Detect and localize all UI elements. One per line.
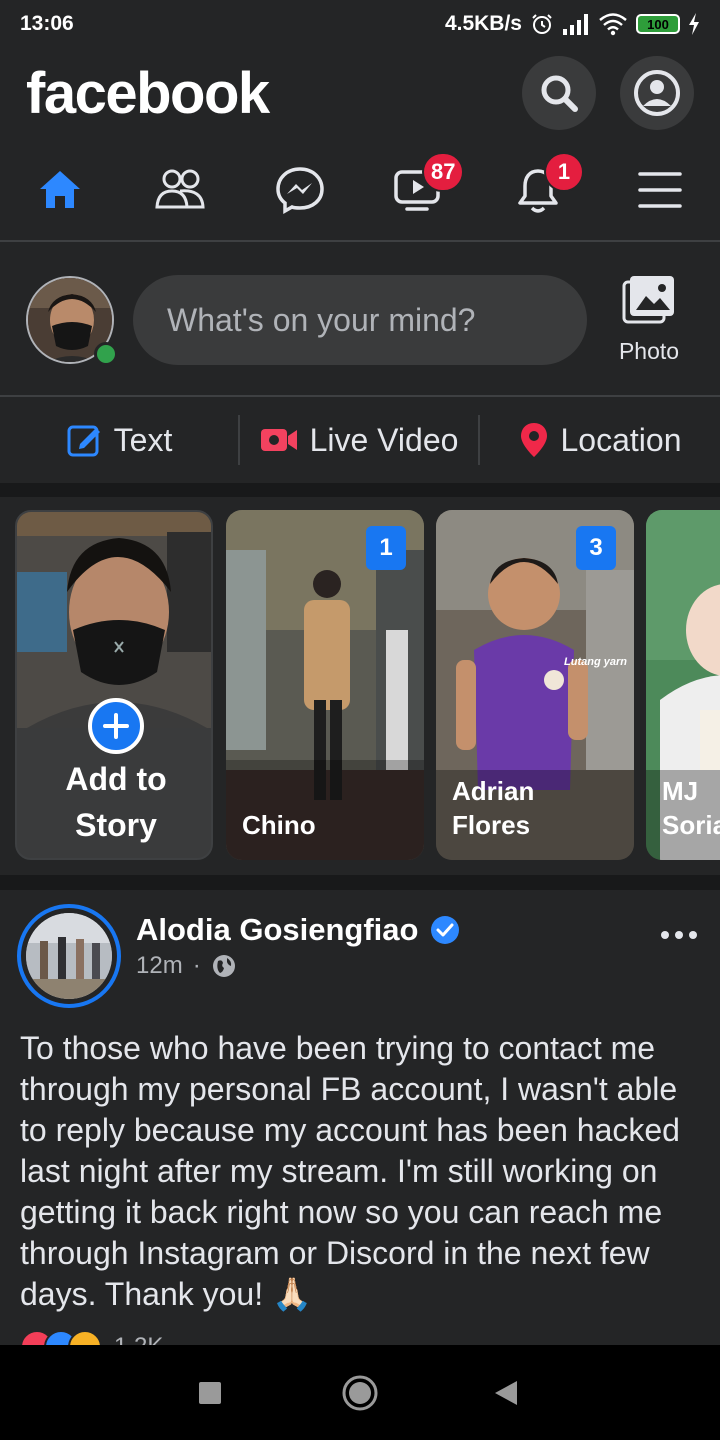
messenger-icon bbox=[276, 167, 324, 215]
globe-icon bbox=[212, 955, 235, 977]
care-reaction-icon bbox=[68, 1330, 102, 1345]
post-time[interactable]: 12m bbox=[136, 952, 183, 980]
alarm-icon bbox=[532, 14, 552, 34]
composer-placeholder: What's on your mind? bbox=[167, 301, 476, 338]
story-name-line1: Adrian bbox=[452, 776, 535, 806]
story-overlay-text: Lutang yarn bbox=[564, 656, 627, 668]
verified-badge-icon bbox=[431, 916, 460, 944]
add-story-line2: Story bbox=[75, 807, 157, 843]
post-author-name[interactable]: Alodia Gosiengfiao bbox=[136, 912, 418, 948]
story-self-photo bbox=[17, 512, 211, 728]
story-name-line2: Soria bbox=[662, 810, 720, 840]
story-author-name: MJ Soria bbox=[662, 774, 720, 842]
story-count-badge: 1 bbox=[366, 526, 406, 570]
story-name-line2: Flores bbox=[452, 810, 531, 840]
home-button[interactable] bbox=[338, 1371, 382, 1415]
tab-menu[interactable] bbox=[620, 158, 700, 222]
story-author-name: Chino bbox=[242, 808, 316, 842]
post-author-avatar[interactable] bbox=[17, 904, 121, 1008]
charging-icon bbox=[689, 13, 699, 35]
photo-button[interactable]: Photo bbox=[604, 274, 694, 374]
tab-watch[interactable]: 87 bbox=[378, 152, 465, 222]
online-status-indicator bbox=[94, 342, 118, 366]
stories-tray: Add to Story 1 Chino 3 Lutang yarn Adria… bbox=[0, 497, 720, 875]
wifi-icon bbox=[599, 13, 627, 36]
signal-icon bbox=[563, 14, 588, 35]
status-icons: 4.5KB/s 100 bbox=[445, 12, 700, 36]
post-body-text: To those who have been trying to contact… bbox=[20, 1030, 680, 1312]
battery-indicator: 100 bbox=[636, 14, 680, 34]
tab-friends[interactable] bbox=[140, 158, 220, 222]
notification-badge: 1 bbox=[544, 152, 584, 192]
edit-icon bbox=[67, 425, 100, 457]
more-dot bbox=[675, 931, 683, 939]
location-button[interactable]: Location bbox=[480, 396, 720, 484]
profile-icon bbox=[634, 70, 680, 116]
tab-home[interactable] bbox=[20, 158, 100, 222]
reaction-count: 1.2K bbox=[114, 1333, 163, 1345]
section-separator bbox=[0, 875, 720, 890]
live-video-button[interactable]: Live Video bbox=[240, 396, 478, 484]
more-dot bbox=[661, 931, 669, 939]
system-navigation-bar bbox=[0, 1345, 720, 1440]
feed-post: Alodia Gosiengfiao 12m · To those who ha… bbox=[0, 890, 720, 1345]
composer-actions: Text Live Video Location bbox=[0, 395, 720, 483]
avatar-image bbox=[26, 913, 112, 999]
story-author-name: Adrian Flores bbox=[452, 774, 534, 842]
home-icon bbox=[40, 171, 80, 208]
profile-button[interactable] bbox=[620, 56, 694, 130]
story-card-adrian-flores[interactable]: 3 Lutang yarn Adrian Flores bbox=[436, 510, 634, 860]
story-card-mj-soria[interactable]: MJ Soria bbox=[646, 510, 720, 860]
post-meta: 12m · bbox=[136, 952, 237, 980]
avatar-photo bbox=[26, 913, 112, 999]
search-button[interactable] bbox=[522, 56, 596, 130]
story-name-line1: Chino bbox=[242, 810, 316, 840]
text-post-button[interactable]: Text bbox=[0, 396, 238, 484]
add-to-story-label: Add to Story bbox=[17, 756, 211, 848]
watch-badge: 87 bbox=[422, 152, 465, 192]
photo-label: Photo bbox=[618, 338, 680, 364]
tab-notifications[interactable]: 1 bbox=[498, 152, 584, 222]
back-triangle-icon bbox=[495, 1381, 517, 1405]
status-time: 13:06 bbox=[20, 12, 74, 35]
recent-apps-button[interactable] bbox=[188, 1371, 232, 1415]
network-speed: 4.5KB/s bbox=[444, 12, 522, 35]
section-separator bbox=[0, 483, 720, 497]
tab-bar: 87 1 bbox=[0, 146, 720, 242]
menu-icon bbox=[638, 172, 682, 208]
app-header: facebook bbox=[0, 52, 720, 134]
add-story-plus-button[interactable] bbox=[88, 698, 144, 754]
circle-home-icon bbox=[342, 1375, 378, 1411]
story-count-badge: 3 bbox=[576, 526, 616, 570]
add-story-line1: Add to bbox=[65, 761, 167, 797]
live-video-icon bbox=[260, 429, 297, 451]
post-author[interactable]: Alodia Gosiengfiao bbox=[136, 912, 460, 948]
status-bar: 13:06 4.5KB/s 100 bbox=[0, 0, 720, 48]
more-dot bbox=[689, 931, 697, 939]
friends-icon bbox=[155, 169, 205, 209]
post-options-button[interactable] bbox=[654, 920, 704, 950]
location-label: Location bbox=[560, 421, 682, 458]
search-icon bbox=[541, 75, 578, 112]
location-pin-icon bbox=[520, 423, 547, 457]
facebook-logo: facebook bbox=[26, 60, 270, 126]
square-icon bbox=[199, 1382, 221, 1404]
plus-icon bbox=[103, 713, 129, 739]
tab-messenger[interactable] bbox=[260, 158, 340, 222]
photo-icon bbox=[622, 276, 674, 324]
story-name-line1: MJ bbox=[662, 776, 699, 806]
live-video-label: Live Video bbox=[309, 421, 459, 458]
post-composer: What's on your mind? Photo bbox=[0, 244, 720, 394]
meta-dot: · bbox=[192, 952, 201, 979]
add-to-story-card[interactable]: Add to Story bbox=[15, 510, 213, 860]
story-card-chino[interactable]: 1 Chino bbox=[226, 510, 424, 860]
whats-on-your-mind-input[interactable]: What's on your mind? bbox=[133, 275, 587, 365]
back-button[interactable] bbox=[484, 1371, 528, 1415]
post-reactions[interactable]: 1.2K bbox=[20, 1330, 163, 1345]
text-post-label: Text bbox=[113, 421, 173, 458]
